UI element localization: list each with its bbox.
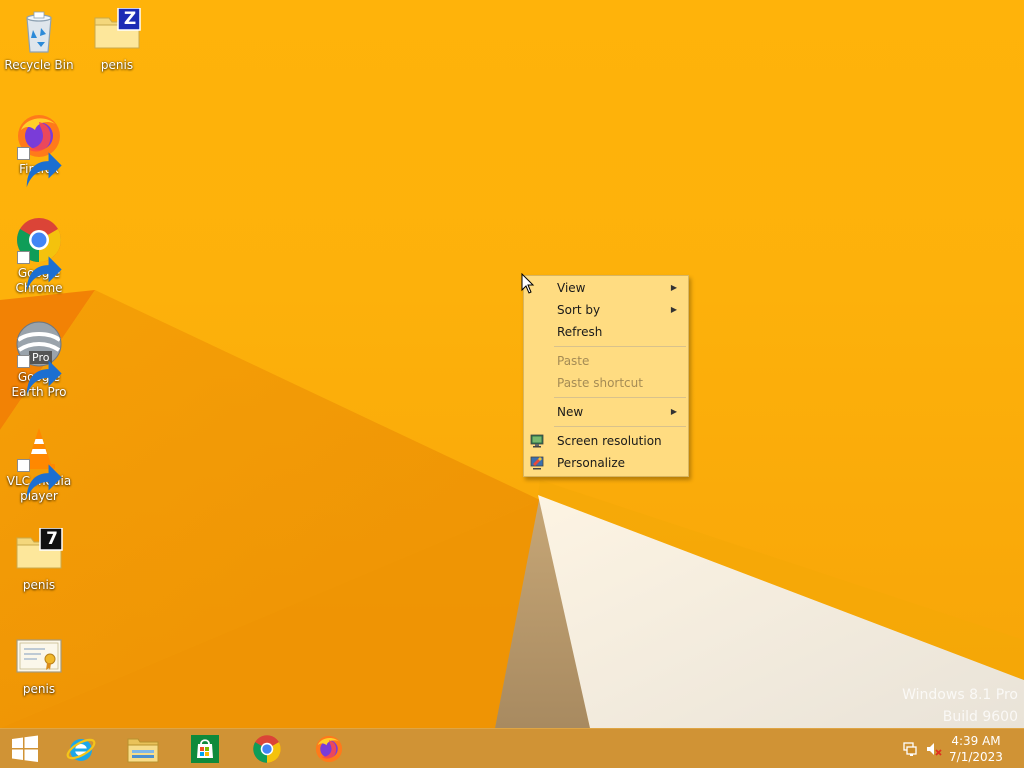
menu-item-personalize[interactable]: Personalize [524, 452, 688, 474]
desktop-icon-zip-folder[interactable]: Z penis [79, 8, 155, 73]
submenu-arrow-icon: ▶ [670, 407, 677, 416]
desktop-context-menu: View ▶ Sort by ▶ Refresh Paste Paste sho… [523, 275, 689, 477]
menu-item-label: Personalize [557, 456, 626, 470]
zip-badge-text: Z [123, 9, 137, 29]
desktop-icon-google-earth-pro[interactable]: Pro Google Earth Pro [1, 320, 77, 400]
desktop-icon-label: penis [100, 58, 134, 72]
submenu-arrow-icon: ▶ [670, 283, 677, 292]
desktop[interactable]: Recycle Bin Z penis Firefox [0, 0, 1024, 728]
taskbar-chrome[interactable] [240, 731, 294, 767]
desktop-icon-label: penis [22, 682, 56, 696]
network-icon[interactable] [902, 741, 918, 757]
submenu-arrow-icon: ▶ [670, 305, 677, 314]
store-icon [191, 735, 219, 763]
menu-item-sort-by[interactable]: Sort by ▶ [524, 299, 688, 321]
start-button[interactable] [0, 731, 50, 767]
windows-logo-icon [12, 735, 38, 762]
menu-item-label: Screen resolution [557, 434, 662, 448]
recycle-bin-icon [15, 8, 63, 56]
zip-folder-icon: Z [93, 8, 141, 56]
vlc-icon [15, 424, 63, 500]
personalize-icon [530, 456, 544, 470]
shortcut-arrow-icon [17, 147, 62, 188]
7z-badge-text: 7 [46, 529, 58, 549]
taskbar-internet-explorer[interactable] [54, 731, 108, 767]
chrome-icon [253, 735, 281, 763]
shortcut-arrow-icon [17, 459, 62, 500]
menu-item-label: Paste shortcut [557, 376, 643, 390]
menu-item-label: Sort by [557, 303, 601, 317]
file-explorer-icon [127, 738, 159, 763]
firefox-icon [315, 735, 343, 763]
clock-time: 4:39 AM [951, 734, 1001, 748]
watermark-edition: Windows 8.1 Pro [902, 687, 1018, 703]
windows-version-watermark: Windows 8.1 Pro Build 9600 [902, 684, 1018, 728]
menu-separator [554, 346, 686, 347]
taskbar-file-explorer[interactable] [116, 731, 170, 767]
desktop-icon-7z-folder[interactable]: 7 penis [1, 528, 77, 593]
google-earth-icon: Pro [15, 320, 63, 396]
menu-item-screen-resolution[interactable]: Screen resolution [524, 430, 688, 452]
taskbar-clock[interactable]: 4:39 AM 7/1/2023 [946, 733, 1006, 765]
menu-item-view[interactable]: View ▶ [524, 277, 688, 299]
menu-item-label: Refresh [557, 325, 603, 339]
wallpaper [0, 290, 1024, 728]
monitor-icon [530, 434, 544, 448]
menu-item-paste[interactable]: Paste [524, 350, 688, 372]
shortcut-arrow-icon [17, 355, 62, 396]
internet-explorer-icon [66, 738, 96, 761]
menu-item-new[interactable]: New ▶ [524, 401, 688, 423]
desktop-icon-label: Recycle Bin [4, 58, 74, 72]
desktop-icon-vlc-media-player[interactable]: VLC media player [1, 424, 77, 504]
taskbar-firefox[interactable] [302, 731, 356, 767]
desktop-icon-recycle-bin[interactable]: Recycle Bin [1, 8, 77, 73]
menu-separator [554, 426, 686, 427]
chrome-icon [15, 216, 63, 292]
desktop-icon-firefox[interactable]: Firefox [1, 112, 77, 188]
system-tray: 4:39 AM 7/1/2023 [884, 729, 1024, 769]
taskbar: 4:39 AM 7/1/2023 [0, 728, 1024, 768]
taskbar-store[interactable] [178, 731, 232, 767]
certificate-icon [15, 632, 63, 680]
menu-item-label: New [557, 405, 584, 419]
7z-folder-icon: 7 [15, 528, 63, 576]
shortcut-arrow-icon [17, 251, 62, 292]
clock-date: 7/1/2023 [949, 750, 1003, 764]
menu-item-refresh[interactable]: Refresh [524, 321, 688, 343]
desktop-icon-label: penis [22, 578, 56, 592]
firefox-icon [15, 112, 63, 188]
watermark-build: Build 9600 [942, 709, 1018, 725]
desktop-icon-certificate[interactable]: penis [1, 632, 77, 697]
menu-item-label: Paste [557, 354, 590, 368]
mouse-cursor-icon [521, 273, 535, 294]
menu-item-label: View [557, 281, 586, 295]
menu-separator [554, 397, 686, 398]
menu-item-paste-shortcut[interactable]: Paste shortcut [524, 372, 688, 394]
desktop-icon-google-chrome[interactable]: Google Chrome [1, 216, 77, 296]
volume-muted-icon[interactable] [926, 741, 942, 757]
